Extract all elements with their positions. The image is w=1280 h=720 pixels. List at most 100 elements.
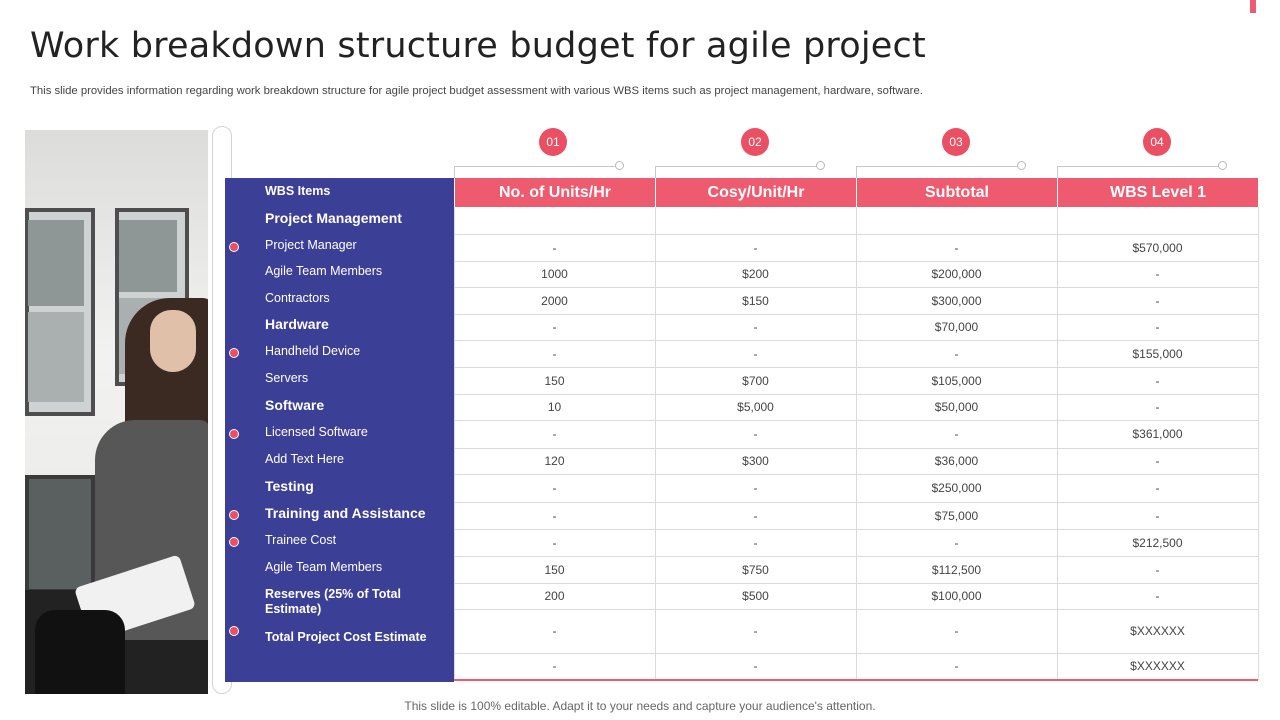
step-number-circle: 04 (1143, 128, 1171, 156)
column-header: Subtotal (857, 178, 1057, 207)
step-connector-dot (1017, 161, 1026, 170)
table-cell: 10 (547, 400, 562, 414)
table-cell: $XXXXXX (1130, 624, 1185, 638)
table-cell: - (552, 481, 557, 495)
table-cell: - (954, 624, 959, 638)
wbs-item-label: Servers (265, 370, 309, 385)
wbs-item-label: Contractors (265, 290, 330, 305)
wbs-item-label: Licensed Software (265, 424, 368, 439)
wbs-item-label: Project Manager (265, 237, 357, 252)
wbs-row: Project Management (225, 205, 454, 232)
step-connector-tick (856, 166, 857, 178)
table-cell: - (1155, 293, 1160, 308)
table-cell: - (1155, 400, 1160, 414)
table-cell: - (954, 535, 959, 550)
column-divider (856, 207, 857, 680)
wbs-items-panel: WBS Items Project Management Project Manag… (225, 178, 454, 682)
table-cell: $50,000 (934, 400, 979, 414)
step-connector-line (1057, 166, 1222, 167)
wbs-item-label: Reserves (25% of Total Estimate) (265, 587, 401, 616)
table-cell: $300,000 (931, 293, 982, 308)
wbs-row: Agile Team Members (225, 554, 454, 580)
table-cell: - (753, 624, 758, 638)
timeline-marker (229, 242, 239, 252)
table-cell: $100,000 (931, 589, 982, 603)
wbs-item-label: Agile Team Members (265, 264, 383, 278)
corner-accent-bar (1250, 0, 1256, 13)
wbs-row: Training and Assistance (225, 500, 454, 527)
wbs-row: Reserves (25% of Total Estimate) (225, 580, 454, 624)
column-divider (1057, 207, 1058, 680)
step-connector-dot (615, 161, 624, 170)
table-cell: - (1155, 589, 1160, 603)
column-header: Cosy/Unit/Hr (656, 178, 856, 207)
step-connector-tick (454, 166, 455, 178)
table-cell: $155,000 (1132, 346, 1183, 361)
wbs-item-label: Project Management (265, 210, 402, 227)
table-cell: $570,000 (1132, 240, 1183, 255)
slide-title: Work breakdown structure budget for agil… (30, 26, 926, 66)
wbs-row: Trainee Cost (225, 527, 454, 554)
table-cell: - (954, 240, 959, 255)
table-cell: - (1155, 562, 1160, 577)
table-cell: - (1155, 267, 1160, 281)
step-connector-line (454, 166, 619, 167)
wbs-item-label: Total Project Cost Estimate (265, 629, 427, 644)
table-cell (454, 207, 655, 234)
wbs-item-label: Training and Assistance (265, 505, 426, 522)
table-cell: $300 (742, 454, 769, 468)
table-cell: - (753, 427, 758, 441)
column-header: No. of Units/Hr (455, 178, 655, 207)
step-number-circle: 02 (741, 128, 769, 156)
wbs-row: Total Project Cost Estimate (225, 624, 454, 650)
wbs-row: Handheld Device (225, 338, 454, 365)
table-cell: 2000 (541, 293, 568, 308)
wbs-row: Software (225, 391, 454, 419)
wbs-row: Contractors (225, 285, 454, 311)
table-cell: - (552, 240, 557, 255)
table-cell: - (753, 320, 758, 334)
table-cell: 200 (544, 589, 565, 603)
table-cell (655, 207, 856, 234)
wbs-row: Hardware (225, 311, 454, 338)
table-cell: $5,000 (737, 400, 774, 414)
table-bottom-border (454, 679, 1258, 681)
table-cell: $700 (742, 373, 769, 388)
table-cell: - (552, 346, 557, 361)
table-cell: - (954, 346, 959, 361)
table-cell: 150 (544, 562, 565, 577)
wbs-item-label: Handheld Device (265, 344, 361, 358)
table-cell: - (552, 535, 557, 550)
table-cell: $200 (742, 267, 769, 281)
table-cell: $250,000 (931, 481, 982, 495)
table-cell: - (1155, 481, 1160, 495)
column-divider (1258, 207, 1259, 680)
wbs-item-label: Software (265, 396, 325, 413)
column-header: WBS Level 1 (1058, 178, 1258, 207)
timeline-marker (229, 537, 239, 547)
table-cell: $105,000 (931, 373, 982, 388)
table-cell: - (753, 659, 758, 673)
step-connector-dot (1218, 161, 1227, 170)
table-cell: - (552, 659, 557, 673)
table-cell: 120 (544, 454, 565, 468)
table-cell: - (1155, 373, 1160, 388)
table-cell: - (753, 508, 758, 523)
table-cell: $361,000 (1132, 427, 1183, 441)
step-number-circle: 03 (942, 128, 970, 156)
table-cell: $112,500 (931, 562, 982, 577)
office-woman-photo (25, 130, 208, 694)
wbs-row: Agile Team Members (225, 258, 454, 285)
table-cell: - (552, 320, 557, 334)
wbs-row: Add Text Here (225, 445, 454, 473)
wbs-row: Licensed Software (225, 419, 454, 445)
table-cell: - (552, 624, 557, 638)
wbs-item-label: Hardware (265, 316, 329, 333)
timeline-marker (229, 348, 239, 358)
table-cell: - (954, 659, 959, 673)
column-divider (655, 207, 656, 680)
table-cell: $75,000 (934, 508, 979, 523)
step-number-circle: 01 (539, 128, 567, 156)
table-cell (1057, 207, 1258, 234)
table-cell: - (1155, 320, 1160, 334)
